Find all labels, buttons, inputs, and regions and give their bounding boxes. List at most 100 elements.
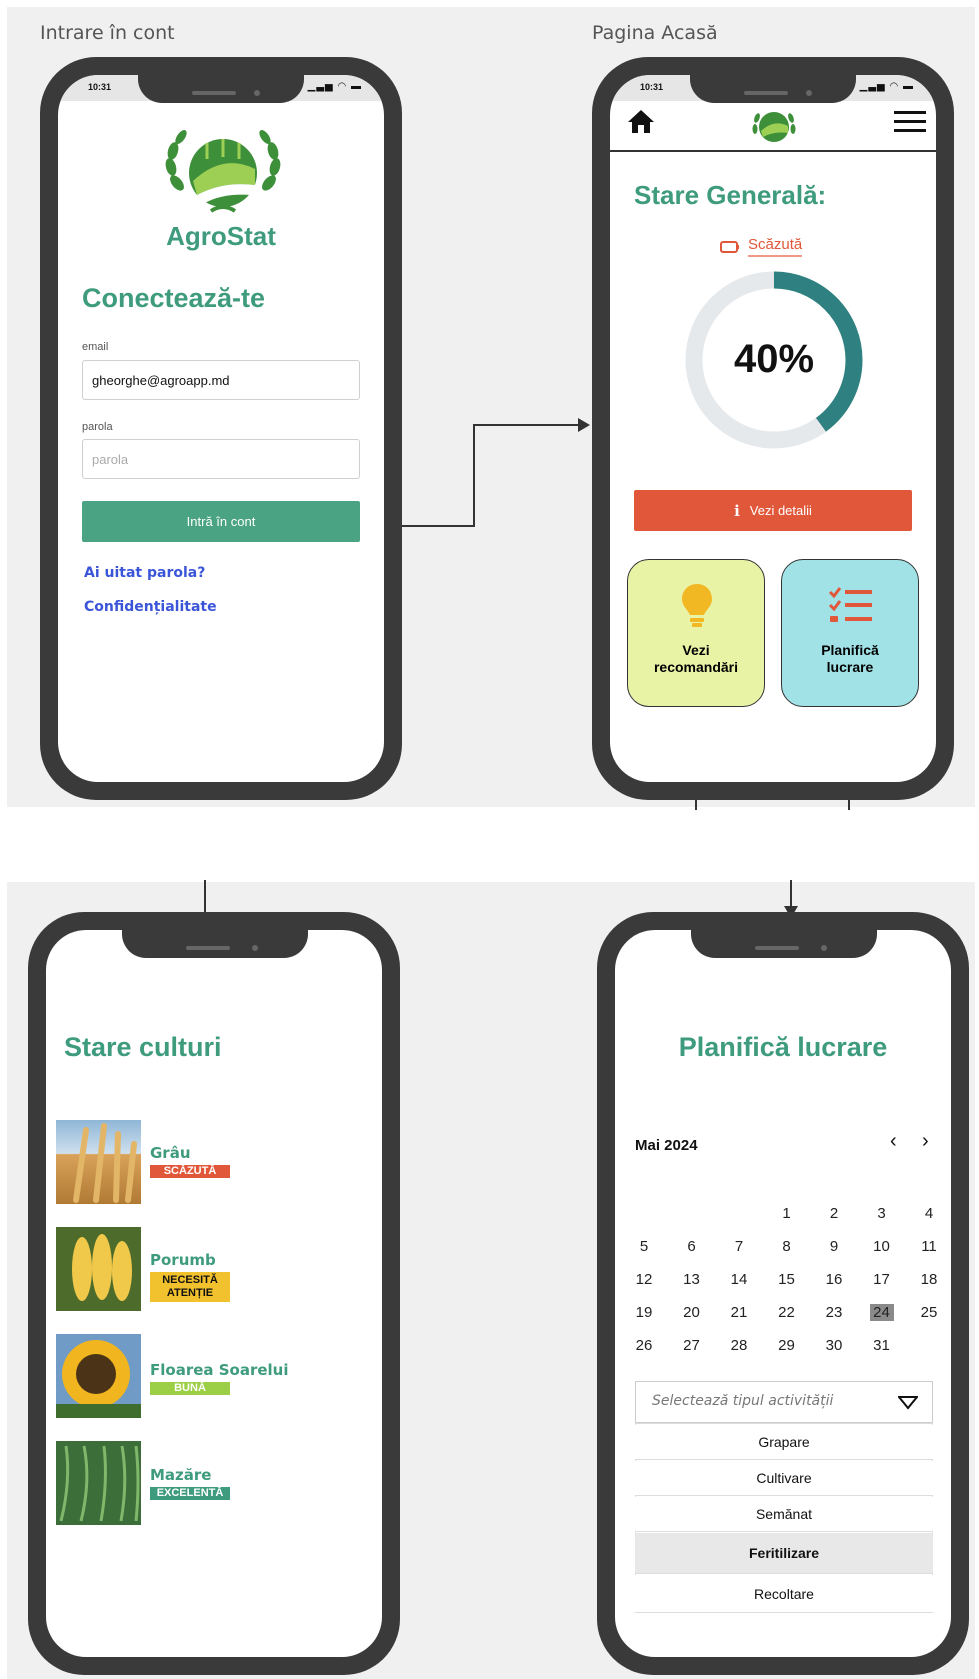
activity-type-select[interactable]: Selectează tipul activității <box>635 1381 933 1423</box>
calendar-day[interactable]: 11 <box>912 1238 946 1255</box>
status-time: 10:31 <box>640 82 664 92</box>
phone-login: 10:31 ▁▃▅ ◠ ▬ AgroStat Conectează-te ema… <box>40 57 402 800</box>
crop-status-badge: EXCELENTĂ <box>150 1487 230 1500</box>
calendar-day[interactable]: 3 <box>865 1205 899 1222</box>
agrostat-logo-icon <box>165 130 281 213</box>
status-time: 10:31 <box>88 82 112 92</box>
calendar-day[interactable]: 27 <box>675 1337 709 1354</box>
calendar-day[interactable]: 13 <box>675 1271 709 1288</box>
prev-month-button[interactable]: ‹ <box>890 1130 897 1153</box>
calendar-day[interactable]: 2 <box>817 1205 851 1222</box>
activity-option-highlighted[interactable]: Feritilizare <box>635 1533 933 1574</box>
signal-wifi-battery-icon: ▁▃▅ ◠ ▬ <box>859 81 914 92</box>
activity-option[interactable]: Semănat <box>635 1497 933 1532</box>
calendar-day[interactable]: 14 <box>722 1271 756 1288</box>
wheat-image <box>56 1120 141 1204</box>
planner-heading: Planifică lucrare <box>678 1032 888 1062</box>
details-button-label: Vezi detalii <box>749 503 812 518</box>
crops-heading: Stare culturi <box>64 1032 222 1062</box>
peas-image <box>56 1441 141 1525</box>
calendar-day[interactable]: 30 <box>817 1337 851 1354</box>
phone-crops: Stare culturi Grâu SCĂZUTĂ Porumb NECESI… <box>28 912 400 1675</box>
password-field[interactable]: parola <box>82 439 360 479</box>
calendar-day[interactable]: 10 <box>865 1238 899 1255</box>
crops-screen: Stare culturi Grâu SCĂZUTĂ Porumb NECESI… <box>46 930 382 1657</box>
agrostat-logo-icon <box>752 112 796 142</box>
home-heading: Stare Generală: <box>634 180 827 210</box>
plan-work-tile[interactable]: Planifică lucrare <box>781 559 919 707</box>
frame-title-home: Pagina Acasă <box>592 22 718 44</box>
email-label: email <box>82 341 109 353</box>
activity-option[interactable]: Grapare <box>635 1425 933 1460</box>
recommendations-tile[interactable]: Vezi recomandări <box>627 559 765 707</box>
arrowhead-icon <box>578 418 590 432</box>
crop-name: Floarea Soarelui <box>150 1361 289 1379</box>
calendar-day[interactable]: 21 <box>722 1304 756 1321</box>
calendar-day[interactable]: 23 <box>817 1304 851 1321</box>
calendar-day[interactable]: 4 <box>912 1205 946 1222</box>
forgot-password-link[interactable]: Ai uitat parola? <box>84 565 205 581</box>
crop-status-badge: BUNĂ <box>150 1382 230 1395</box>
chevron-down-icon <box>898 1396 918 1410</box>
details-button[interactable]: i Vezi detalii <box>634 490 912 531</box>
app-name: AgroStat <box>166 221 276 251</box>
lightbulb-icon <box>682 584 712 627</box>
calendar-day[interactable]: 17 <box>865 1271 899 1288</box>
calendar-day[interactable]: 5 <box>627 1238 661 1255</box>
calendar-day[interactable]: 6 <box>675 1238 709 1255</box>
login-button[interactable]: Intră în cont <box>82 501 360 542</box>
flow-connector <box>473 424 475 527</box>
calendar-day[interactable]: 31 <box>865 1337 899 1354</box>
flow-connector <box>204 880 206 916</box>
calendar-day[interactable]: 7 <box>722 1238 756 1255</box>
password-label: parola <box>82 421 113 433</box>
activity-option[interactable]: Cultivare <box>635 1461 933 1496</box>
corn-image <box>56 1227 141 1311</box>
battery-low-icon <box>720 240 739 253</box>
crop-name: Grâu <box>150 1144 191 1162</box>
email-field[interactable]: gheorghe@agroapp.md <box>82 360 360 400</box>
info-icon: i <box>734 501 740 520</box>
calendar-day[interactable]: 20 <box>675 1304 709 1321</box>
calendar-day[interactable]: 28 <box>722 1337 756 1354</box>
phone-home: 10:31 ▁▃▅ ◠ ▬ Stare Generală: Scăzută 40… <box>592 57 954 800</box>
calendar-day[interactable]: 18 <box>912 1271 946 1288</box>
calendar-day[interactable]: 15 <box>770 1271 804 1288</box>
checklist-icon <box>828 587 872 622</box>
next-month-button[interactable]: › <box>922 1130 929 1153</box>
calendar-day-selected[interactable]: 24 <box>869 1304 894 1321</box>
progress-value: 40% <box>733 337 815 381</box>
frame-title-login: Intrare în cont <box>40 22 175 44</box>
home-icon[interactable] <box>626 108 656 134</box>
calendar-day[interactable]: 1 <box>770 1205 804 1222</box>
crop-name: Porumb <box>150 1251 216 1269</box>
calendar-day[interactable]: 26 <box>627 1337 661 1354</box>
nav-divider <box>610 150 936 152</box>
status-label: Scăzută <box>748 236 803 257</box>
notch <box>690 75 856 103</box>
recommendations-label: Vezi recomandări <box>653 642 739 675</box>
calendar-day[interactable]: 12 <box>627 1271 661 1288</box>
calendar-month: Mai 2024 <box>635 1137 698 1154</box>
calendar-day[interactable]: 25 <box>912 1304 946 1321</box>
sunflower-image <box>56 1334 141 1418</box>
notch <box>691 930 877 958</box>
calendar-day[interactable]: 9 <box>817 1238 851 1255</box>
notch <box>122 930 308 958</box>
crop-status-badge: SCĂZUTĂ <box>150 1165 230 1178</box>
calendar-day[interactable]: 19 <box>627 1304 661 1321</box>
activity-option[interactable]: Recoltare <box>635 1575 933 1612</box>
calendar-day[interactable]: 22 <box>770 1304 804 1321</box>
hamburger-menu-icon[interactable] <box>894 111 926 133</box>
canvas: { "frames": { "login_title": "Intrare în… <box>0 0 979 1679</box>
calendar-day[interactable]: 8 <box>770 1238 804 1255</box>
status-indicator: Scăzută <box>720 236 803 257</box>
crop-status-badge: NECESITĂ ATENȚIE <box>150 1272 230 1302</box>
crop-name: Mazăre <box>150 1466 212 1484</box>
login-heading: Conectează-te <box>82 283 266 313</box>
notch <box>138 75 304 103</box>
privacy-link[interactable]: Confidențialitate <box>84 599 217 615</box>
flow-connector <box>473 424 581 426</box>
calendar-day[interactable]: 16 <box>817 1271 851 1288</box>
calendar-day[interactable]: 29 <box>770 1337 804 1354</box>
